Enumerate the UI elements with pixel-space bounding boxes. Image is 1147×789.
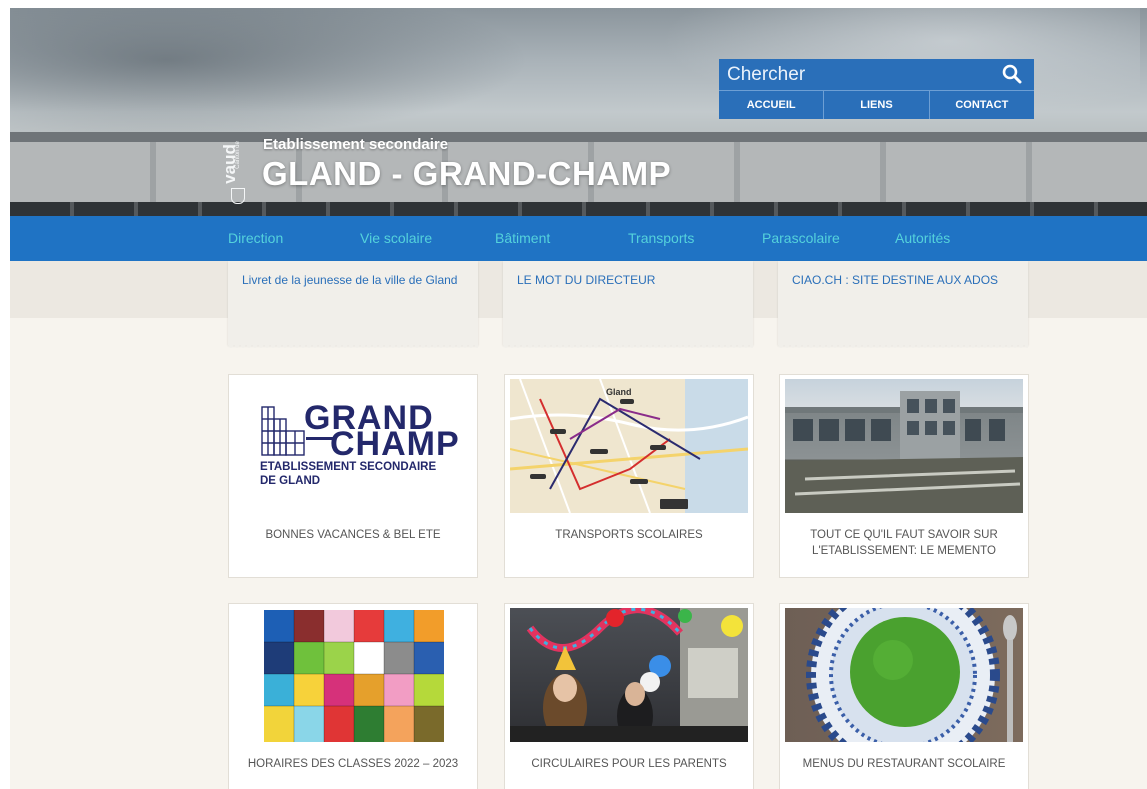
banner-building-roof <box>10 132 1147 142</box>
card-caption: TRANSPORTS SCOLAIRES <box>555 529 703 541</box>
top-utility-box: ACCUEIL LIENS CONTACT <box>719 59 1034 119</box>
logo-word-champ: CHAMP <box>330 425 460 463</box>
news-card[interactable]: CIRCULAIRES POUR LES PARENTS <box>504 603 754 789</box>
toplink-accueil[interactable]: ACCUEIL <box>719 91 823 119</box>
card-caption: CIRCULAIRES POUR LES PARENTS <box>531 758 727 770</box>
search-bar <box>719 59 1034 91</box>
canton-label: Canton de <box>234 141 241 169</box>
news-card[interactable]: TOUT CE QU'IL FAUT SAVOIR SUR L'ETABLISS… <box>779 374 1029 578</box>
building-logo-icon <box>261 406 305 456</box>
map-graphic: Gland <box>510 379 748 513</box>
soup-plate-photo <box>785 608 1023 742</box>
nav-parascolaire[interactable]: Parascolaire <box>762 216 840 261</box>
news-card[interactable]: Gland TRANSPORTS SCOLAIRES <box>504 374 754 578</box>
nav-autorites[interactable]: Autorités <box>895 216 950 261</box>
nav-batiment[interactable]: Bâtiment <box>495 216 550 261</box>
page-frame: vaud Canton de Etablissement secondaire … <box>10 8 1147 789</box>
building-graphic <box>785 391 1023 513</box>
search-icon[interactable] <box>1002 64 1022 84</box>
header-banner: vaud Canton de Etablissement secondaire … <box>10 8 1147 216</box>
toplink-liens[interactable]: LIENS <box>823 91 928 119</box>
news-card[interactable]: HORAIRES DES CLASSES 2022 – 2023 <box>228 603 478 789</box>
nav-direction[interactable]: Direction <box>228 216 283 261</box>
nav-transports[interactable]: Transports <box>628 216 694 261</box>
news-card[interactable]: GRAND CHAMP ETABLISSEMENT SECONDAIRE DE … <box>228 374 478 578</box>
top-links: ACCUEIL LIENS CONTACT <box>719 91 1034 119</box>
nav-vie-scolaire[interactable]: Vie scolaire <box>360 216 432 261</box>
card-caption: HORAIRES DES CLASSES 2022 – 2023 <box>247 758 459 770</box>
card-caption: BONNES VACANCES & BEL ETE <box>265 529 441 541</box>
main-nav: Direction Vie scolaire Bâtiment Transpor… <box>10 216 1147 261</box>
banner-building-windows <box>10 202 1147 216</box>
map-place-label: Gland <box>606 387 632 397</box>
teaser-card: Livret de la jeunesse de la ville de Gla… <box>228 261 478 349</box>
puzzle-image <box>234 608 472 742</box>
teaser-link-ciao[interactable]: CIAO.CH : SITE DESTINE AUX ADOS <box>778 261 1028 287</box>
search-input[interactable] <box>719 59 989 90</box>
site-subtitle: Etablissement secondaire <box>263 136 449 153</box>
teaser-card: LE MOT DU DIRECTEUR <box>503 261 753 349</box>
site-title: GLAND - GRAND-CHAMP <box>262 155 672 192</box>
puzzle-graphic <box>264 610 444 742</box>
teaser-link-livret[interactable]: Livret de la jeunesse de la ville de Gla… <box>228 261 478 287</box>
school-building-photo <box>785 379 1023 513</box>
canton-vaud-logo: vaud Canton de <box>220 132 246 204</box>
card-caption: MENUS DU RESTAURANT SCOLAIRE <box>802 758 1006 770</box>
toplink-contact[interactable]: CONTACT <box>928 91 1034 119</box>
shield-icon <box>231 188 245 204</box>
news-card[interactable]: MENUS DU RESTAURANT SCOLAIRE <box>779 603 1029 789</box>
logo-subline-1: ETABLISSEMENT SECONDAIRE <box>260 461 437 473</box>
soup-graphic <box>806 608 1017 742</box>
transport-map-image: Gland <box>510 379 748 513</box>
teaser-link-mot-directeur[interactable]: LE MOT DU DIRECTEUR <box>503 261 753 287</box>
banner-sky-shade <box>10 8 530 138</box>
logo-subline-2: DE GLAND <box>260 475 321 487</box>
party-photo <box>510 608 748 742</box>
teaser-card: CIAO.CH : SITE DESTINE AUX ADOS <box>778 261 1028 349</box>
party-graphic <box>510 608 748 742</box>
card-caption: TOUT CE QU'IL FAUT SAVOIR SUR L'ETABLISS… <box>810 529 998 557</box>
grand-champ-logo-image: GRAND CHAMP ETABLISSEMENT SECONDAIRE DE … <box>234 379 472 513</box>
